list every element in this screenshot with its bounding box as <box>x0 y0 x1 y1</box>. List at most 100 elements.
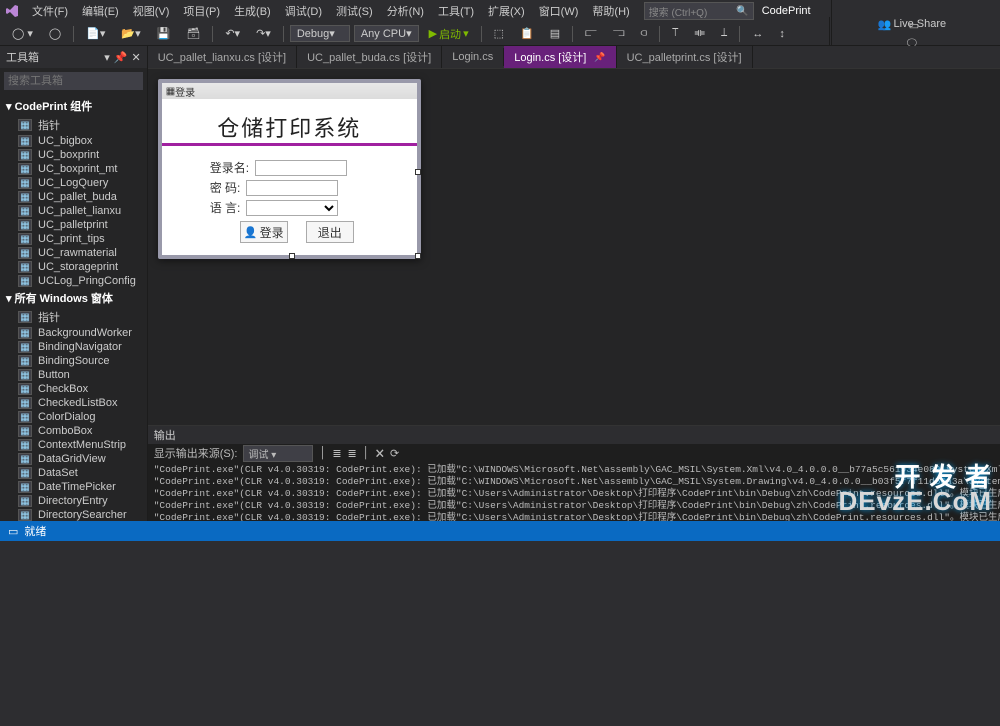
select-lang[interactable] <box>246 200 338 216</box>
toolbox-item[interactable]: ▦Button <box>0 368 147 382</box>
quick-launch[interactable]: 搜索 (Ctrl+Q)🔍 <box>644 2 754 20</box>
toolbox-item[interactable]: ▦UC_LogQuery <box>0 176 147 190</box>
toolbox-search[interactable] <box>4 72 143 90</box>
align-center-icon[interactable]: ⫎ <box>607 26 631 41</box>
toolbox-item[interactable]: ▦UC_rawmaterial <box>0 246 147 260</box>
config-dropdown[interactable]: Debug ▾ <box>290 25 350 42</box>
toolbox-item[interactable]: ▦UC_storageprint <box>0 260 147 274</box>
start-debug-button[interactable]: ▶ 启动 ▾ <box>423 25 475 43</box>
toolbox-item[interactable]: ▦BindingSource <box>0 354 147 368</box>
component-icon: ▦ <box>18 425 32 437</box>
align-left-icon[interactable]: ⫍ <box>579 26 603 41</box>
nav-back-button[interactable]: ◯ ▾ <box>6 26 39 41</box>
out-btn-3[interactable]: 🗙 <box>376 444 384 463</box>
component-icon: ▦ <box>18 327 32 339</box>
tb-icon-3[interactable]: ▤ <box>544 26 566 41</box>
toolbox-item[interactable]: ▦BackgroundWorker <box>0 326 147 340</box>
menu-edit[interactable]: 编辑(E) <box>76 1 125 21</box>
menu-tools[interactable]: 工具(T) <box>432 1 480 21</box>
output-source-dropdown[interactable]: 调试 ▾ <box>243 445 313 462</box>
component-icon: ▦ <box>18 369 32 381</box>
menu-ext[interactable]: 扩展(X) <box>482 1 531 21</box>
toolbox-item[interactable]: ▦UC_boxprint <box>0 148 147 162</box>
toolbox-item[interactable]: ▦UC_boxprint_mt <box>0 162 147 176</box>
menu-file[interactable]: 文件(F) <box>26 1 74 21</box>
toolbox-item[interactable]: ▦DataGridView <box>0 452 147 466</box>
toolbox-item[interactable]: ▦UC_pallet_lianxu <box>0 204 147 218</box>
component-icon: ▦ <box>18 135 32 147</box>
tb-icon-1[interactable]: ⬚ <box>488 26 510 41</box>
component-icon: ▦ <box>18 119 32 131</box>
component-icon: ▦ <box>18 219 32 231</box>
menu-analyze[interactable]: 分析(N) <box>381 1 430 21</box>
toolbox-item[interactable]: ▦UC_print_tips <box>0 232 147 246</box>
toolbox-item[interactable]: ▦ComboBox <box>0 424 147 438</box>
toolbox-item[interactable]: ▦UC_bigbox <box>0 134 147 148</box>
nav-fwd-button[interactable]: ◯ <box>43 26 67 41</box>
main-toolbar: ◯ ▾ ◯ 📄▾ 📂▾ 💾 🗃 ↶▾ ↷▾ Debug ▾ Any CPU ▾ … <box>0 22 1000 46</box>
save-all-button[interactable]: 🗃 <box>180 26 206 41</box>
align-bot-icon[interactable]: ⟘ <box>715 26 734 41</box>
new-file-button[interactable]: 📄▾ <box>80 26 111 41</box>
space-h-icon[interactable]: ↔ <box>746 27 769 41</box>
component-icon: ▦ <box>18 397 32 409</box>
out-btn-1[interactable]: ≣ <box>332 447 341 460</box>
dropdown-icon[interactable]: ▾ <box>104 51 110 64</box>
form-exit-button[interactable]: 退出 <box>306 221 354 243</box>
toolbox-item[interactable]: ▦ColorDialog <box>0 410 147 424</box>
menu-build[interactable]: 生成(B) <box>228 1 277 21</box>
toolbox-item[interactable]: ▦指针 <box>0 308 147 326</box>
save-button[interactable]: 💾 <box>151 26 177 41</box>
space-v-icon[interactable]: ↕ <box>773 27 791 41</box>
toolbox-item[interactable]: ▦DirectorySearcher <box>0 508 147 522</box>
menu-project[interactable]: 项目(P) <box>177 1 226 21</box>
align-top-icon[interactable]: ⟙ <box>666 26 685 41</box>
tab-2[interactable]: UC_pallet_buda.cs [设计] <box>297 46 442 68</box>
align-mid-icon[interactable]: ⟚ <box>689 26 711 41</box>
toolbox-item[interactable]: ▦DataSet <box>0 466 147 480</box>
toolbox-group-2[interactable]: ▾ 所有 Windows 窗体 <box>0 288 147 308</box>
window-minimize-icon[interactable]: – <box>897 0 931 8</box>
component-icon: ▦ <box>18 191 32 203</box>
toolbox-item[interactable]: ▦DirectoryEntry <box>0 494 147 508</box>
toolbox-item[interactable]: ▦UC_palletprint <box>0 218 147 232</box>
form-heading: 仓储打印系统 <box>162 111 417 143</box>
tab-5[interactable]: UC_palletprint.cs [设计] <box>617 46 753 68</box>
out-btn-2[interactable]: ≣ <box>348 447 357 460</box>
tb-icon-2[interactable]: 📋 <box>514 26 540 41</box>
toolbox-item[interactable]: ▦指针 <box>0 116 147 134</box>
liveshare-button[interactable]: 👥 Live Share <box>872 17 952 32</box>
input-user[interactable] <box>255 160 347 176</box>
app-title: CodePrint <box>756 3 817 19</box>
menu-help[interactable]: 帮助(H) <box>586 1 635 21</box>
pin-icon[interactable]: 📌 <box>594 52 605 63</box>
open-button[interactable]: 📂▾ <box>115 26 146 41</box>
form-login-button[interactable]: 👤登录 <box>240 221 288 243</box>
out-btn-4[interactable]: ⟳ <box>390 447 399 460</box>
menu-window[interactable]: 窗口(W) <box>533 1 585 21</box>
toolbox-item[interactable]: ▦UC_pallet_buda <box>0 190 147 204</box>
redo-button[interactable]: ↷▾ <box>250 26 277 41</box>
menu-view[interactable]: 视图(V) <box>127 1 176 21</box>
toolbox-item[interactable]: ▦DateTimePicker <box>0 480 147 494</box>
toolbox-item[interactable]: ▦ContextMenuStrip <box>0 438 147 452</box>
platform-dropdown[interactable]: Any CPU ▾ <box>354 25 419 42</box>
menu-test[interactable]: 测试(S) <box>330 1 379 21</box>
toolbox-item[interactable]: ▦BindingNavigator <box>0 340 147 354</box>
toolbox-item[interactable]: ▦CheckBox <box>0 382 147 396</box>
tab-3[interactable]: Login.cs <box>442 48 504 66</box>
login-form[interactable]: ▦ 登录 仓储打印系统 登录名: 密 码: 语 言: 👤登录 退出 <box>158 79 421 259</box>
undo-button[interactable]: ↶▾ <box>219 26 246 41</box>
input-pass[interactable] <box>246 180 338 196</box>
toolbox-group-1[interactable]: ▾ CodePrint 组件 <box>0 96 147 116</box>
output-text[interactable]: "CodePrint.exe"(CLR v4.0.30319: CodePrin… <box>148 462 1000 530</box>
designer-canvas[interactable]: ▦ 登录 仓储打印系统 登录名: 密 码: 语 言: 👤登录 退出 <box>148 68 1000 425</box>
pin-icon[interactable]: 📌 <box>114 51 128 64</box>
close-icon[interactable]: ✕ <box>132 51 141 64</box>
menu-debug[interactable]: 调试(D) <box>279 1 328 21</box>
tab-1[interactable]: UC_pallet_lianxu.cs [设计] <box>148 46 297 68</box>
align-right-icon[interactable]: ⫏ <box>635 26 653 41</box>
tab-4-active[interactable]: Login.cs [设计]📌 <box>504 46 616 68</box>
toolbox-item[interactable]: ▦CheckedListBox <box>0 396 147 410</box>
toolbox-item[interactable]: ▦UCLog_PringConfig <box>0 274 147 288</box>
